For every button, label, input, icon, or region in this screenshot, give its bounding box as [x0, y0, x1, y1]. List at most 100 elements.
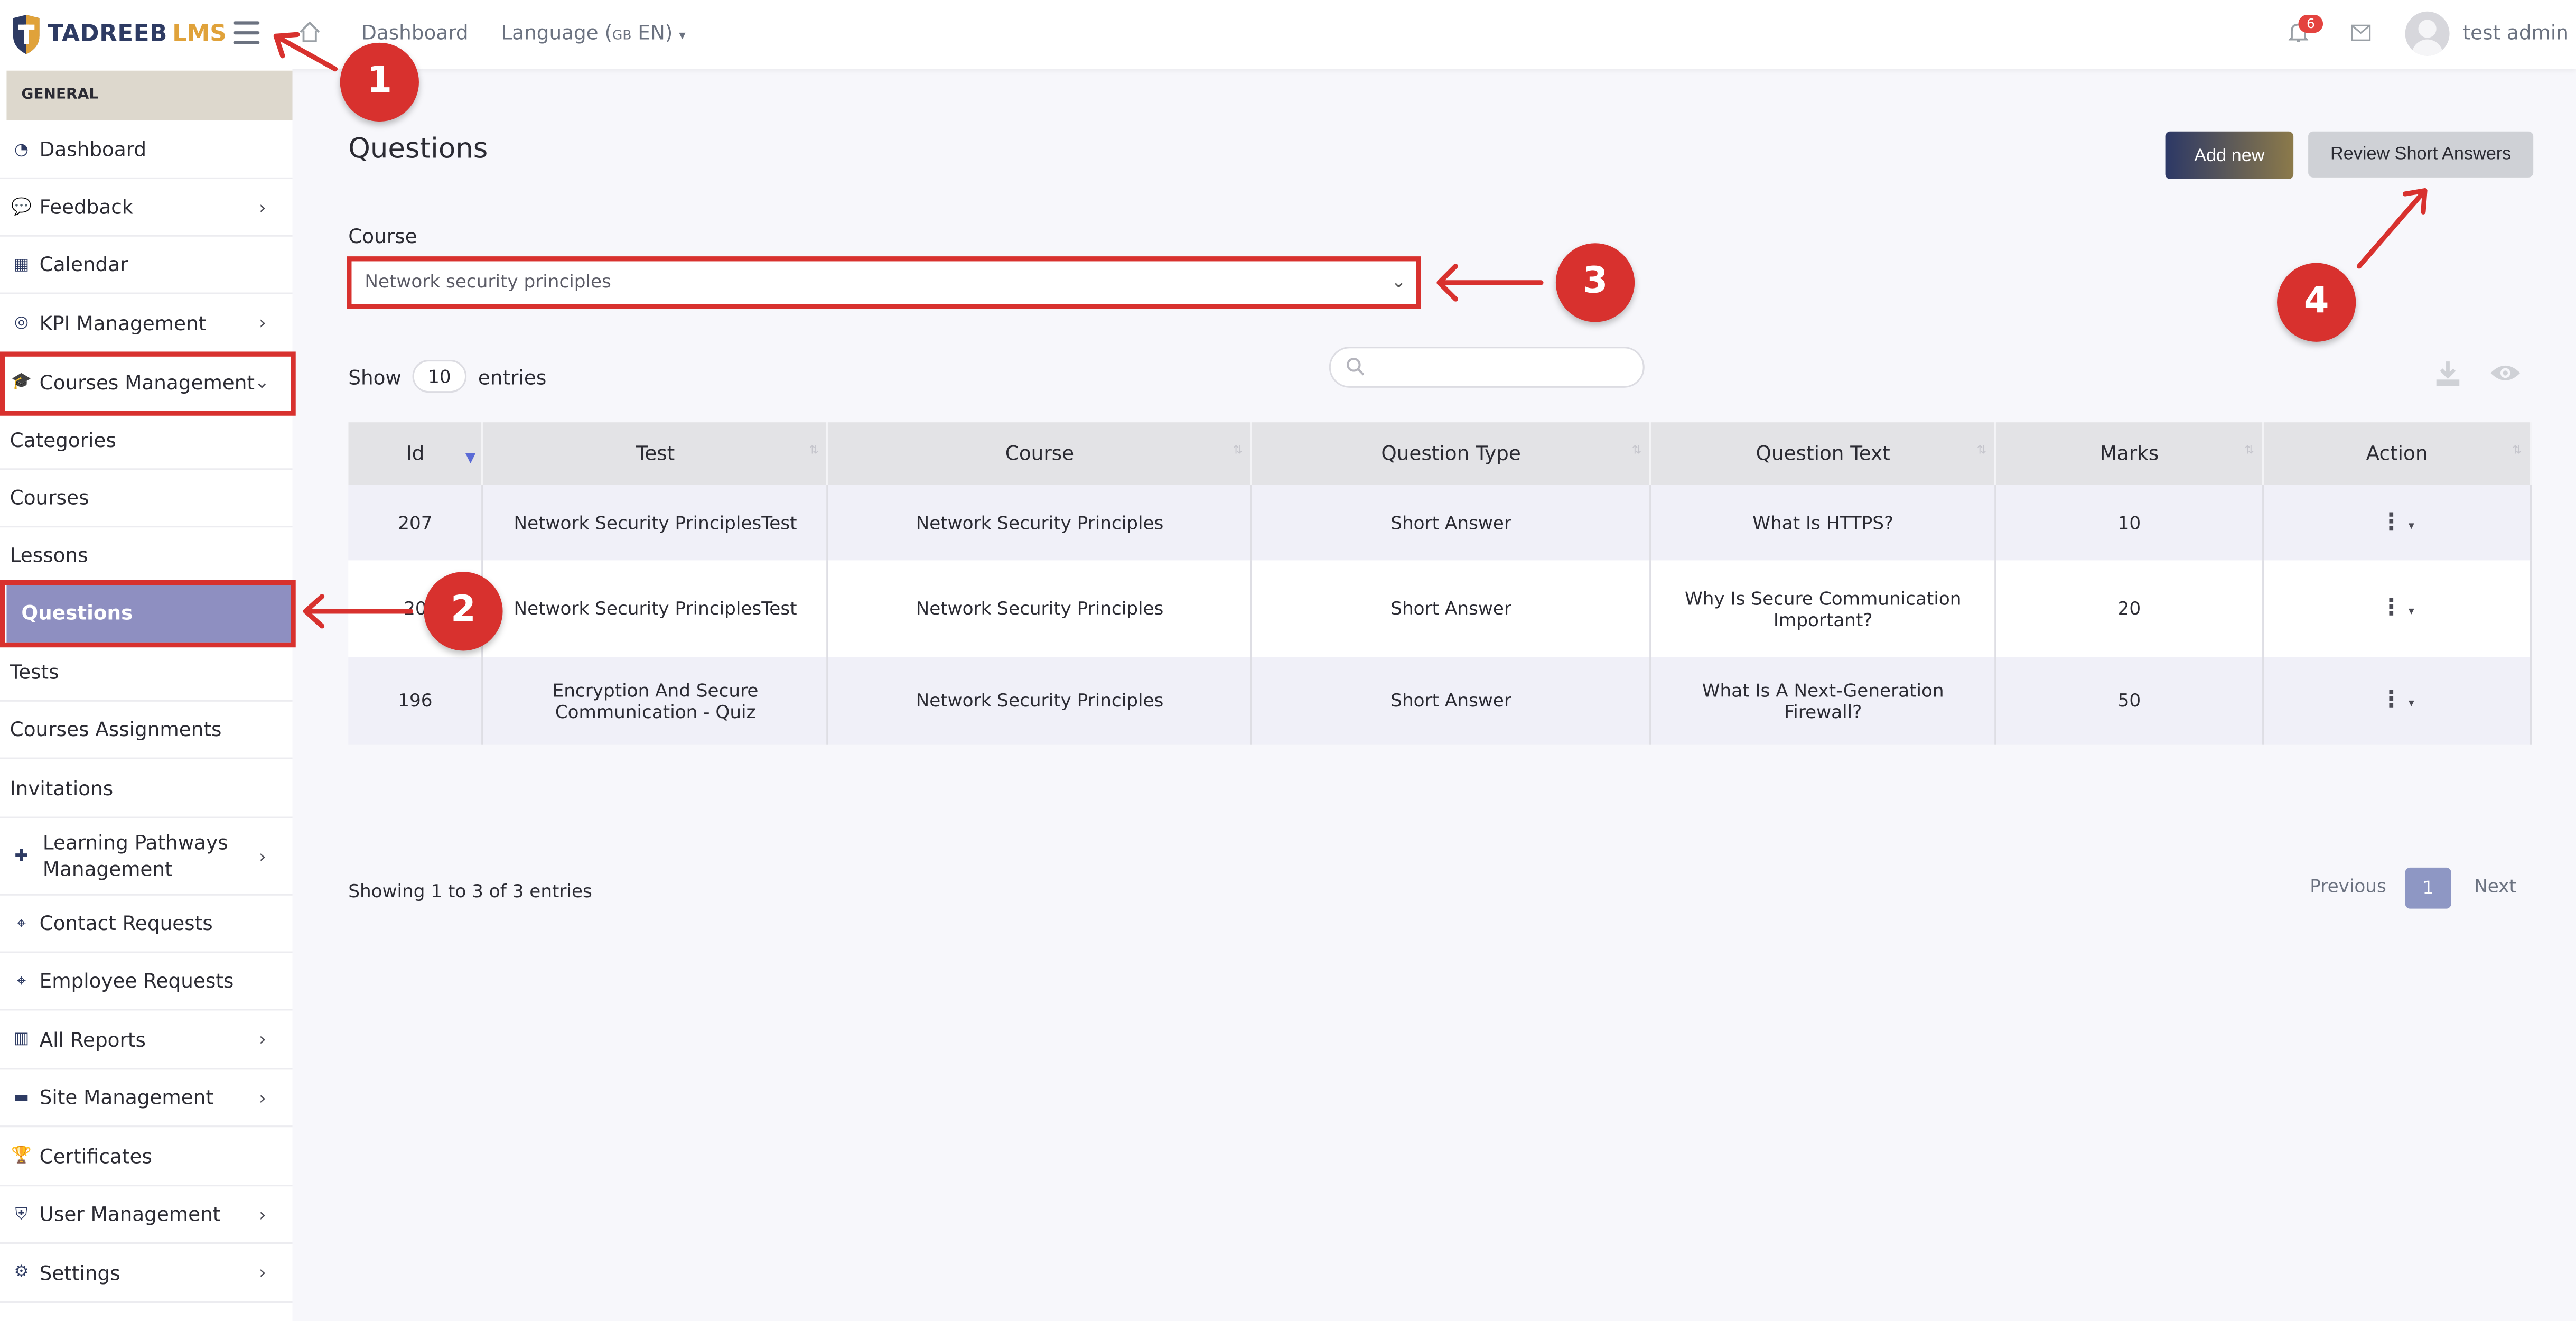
search-icon — [1347, 358, 1365, 376]
sort-icon: ⇅ — [2512, 443, 2522, 457]
table-row[interactable]: 20 Network Security PrinciplesTest Netwo… — [348, 560, 2532, 657]
caret-down-icon[interactable]: ▾ — [2409, 604, 2414, 618]
cell-course: Network Security Principles — [827, 560, 1253, 657]
folder-icon: ▬ — [13, 1089, 30, 1107]
brand-logo[interactable]: TADREEB LMS — [10, 13, 227, 56]
sidebar-item-contact-requests[interactable]: ⌖ Contact Requests — [0, 896, 293, 953]
brand-name-part2: LMS — [172, 21, 227, 48]
download-icon[interactable] — [2433, 358, 2462, 388]
pagination-page-1[interactable]: 1 — [2405, 867, 2451, 909]
cell-test: Network Security PrinciplesTest — [483, 485, 829, 561]
sidebar-item-label: Courses Management — [39, 370, 255, 394]
column-header-course[interactable]: Course ⇅ — [827, 422, 1253, 485]
chevron-right-icon: › — [259, 845, 266, 867]
sort-icon: ⇅ — [809, 443, 819, 457]
course-filter-label: Course — [348, 225, 417, 248]
chevron-down-icon: ⌄ — [1391, 271, 1406, 293]
annotation-callout-2: 2 — [424, 572, 503, 651]
username[interactable]: test admin — [2462, 21, 2568, 44]
notification-badge: 6 — [2298, 14, 2323, 33]
pagination-previous[interactable]: Previous — [2310, 876, 2386, 897]
target-icon: ◎ — [14, 313, 29, 332]
table-info: Showing 1 to 3 of 3 entries — [348, 880, 592, 903]
dashboard-link[interactable]: Dashboard — [361, 21, 468, 44]
sidebar-item-label: Site Management — [39, 1086, 213, 1110]
cell-action: ⋮ ▾ — [2263, 657, 2532, 745]
sidebar-item-site-management[interactable]: ▬ Site Management › — [0, 1069, 293, 1128]
course-select-value: Network security principles — [365, 271, 611, 293]
sidebar-item-label: Courses Assignments — [10, 718, 222, 741]
entries-length-select[interactable]: 10 — [412, 360, 467, 393]
language-code: EN) — [631, 21, 673, 44]
sidebar-item-all-reports[interactable]: ▥ All Reports › — [0, 1010, 293, 1070]
course-select[interactable]: Network security principles ⌄ — [347, 256, 1421, 309]
sidebar-item-calendar[interactable]: ▦ Calendar — [0, 237, 293, 294]
sidebar-item-kpi-management[interactable]: ◎ KPI Management › — [0, 294, 293, 353]
sidebar-item-settings[interactable]: ⚙ Settings › — [0, 1244, 293, 1303]
add-new-button[interactable]: Add new — [2165, 131, 2294, 179]
avatar[interactable] — [2405, 11, 2450, 56]
sidebar-item-courses-management[interactable]: 🎓 Courses Management ⌄ — [0, 353, 293, 413]
page-title: Questions — [348, 133, 488, 166]
caret-down-icon[interactable]: ▾ — [2409, 518, 2414, 532]
column-header-question-text[interactable]: Question Text ⇅ — [1650, 422, 1996, 485]
entries-label: entries — [478, 366, 547, 389]
chevron-right-icon: › — [259, 1262, 266, 1283]
cell-course: Network Security Principles — [827, 485, 1253, 561]
sidebar-item-label: Employee Requests — [39, 969, 234, 993]
pagination-next[interactable]: Next — [2474, 876, 2516, 897]
sort-icon: ⇅ — [1631, 443, 1642, 457]
sidebar-item-lessons[interactable]: Lessons — [0, 527, 293, 583]
sidebar-item-label: Dashboard — [39, 138, 147, 161]
caret-down-icon[interactable]: ▾ — [2409, 697, 2414, 710]
sidebar-item-employee-requests[interactable]: ⌖ Employee Requests — [0, 953, 293, 1011]
sidebar-item-tests[interactable]: Tests — [0, 644, 293, 702]
sidebar-item-label: Categories — [10, 429, 116, 452]
sidebar-item-label: Contact Requests — [39, 911, 213, 935]
table-search-input[interactable] — [1329, 347, 1645, 388]
language-label: Language ( — [501, 21, 613, 44]
annotation-callout-1: 1 — [340, 42, 419, 122]
language-dropdown[interactable]: Language (GB EN) ▾ — [501, 21, 685, 44]
sidebar-item-dashboard[interactable]: ◔ Dashboard — [0, 122, 293, 179]
chevron-right-icon: › — [259, 1087, 266, 1109]
sidebar-section-header: GENERAL — [6, 70, 293, 120]
column-header-marks[interactable]: Marks ⇅ — [1995, 422, 2264, 485]
chevron-right-icon: › — [259, 196, 266, 218]
sidebar-item-learning-pathways-management[interactable]: ✚ Learning Pathways Management › — [0, 818, 293, 896]
sidebar-item-feedback[interactable]: 💬 Feedback › — [0, 179, 293, 237]
home-icon[interactable] — [297, 20, 322, 44]
kebab-menu-icon[interactable]: ⋮ — [2379, 689, 2403, 712]
page: TADREEB LMS Dashboard Language (GB EN) ▾ … — [0, 0, 2576, 1321]
table-row[interactable]: 196 Encryption And Secure Communication … — [348, 657, 2532, 745]
eye-icon[interactable] — [2489, 363, 2522, 383]
review-short-answers-button[interactable]: Review Short Answers — [2308, 131, 2534, 178]
sidebar-item-categories[interactable]: Categories — [0, 413, 293, 470]
sidebar-item-courses[interactable]: Courses — [0, 470, 293, 528]
kebab-menu-icon[interactable]: ⋮ — [2379, 510, 2403, 534]
mail-icon[interactable] — [2350, 24, 2371, 41]
cell-id: 196 — [348, 657, 484, 745]
sidebar-item-questions[interactable]: Questions — [6, 583, 293, 645]
column-header-id[interactable]: Id ▼ — [348, 422, 484, 485]
chart-icon: ▥ — [13, 1030, 30, 1048]
sidebar-item-certificates[interactable]: 🏆 Certificates — [0, 1127, 293, 1187]
column-header-action[interactable]: Action ⇅ — [2263, 422, 2532, 485]
hamburger-menu-icon[interactable] — [233, 21, 260, 44]
gauge-icon: ◔ — [14, 140, 29, 159]
table-row[interactable]: 207 Network Security PrinciplesTest Netw… — [348, 485, 2532, 561]
column-header-question-type[interactable]: Question Type ⇅ — [1251, 422, 1651, 485]
sidebar-item-label: Courses — [10, 486, 89, 510]
sidebar-item-user-management[interactable]: ⛨ User Management › — [0, 1186, 293, 1244]
annotation-callout-3: 3 — [1555, 243, 1635, 322]
cell-test: Encryption And Secure Communication - Qu… — [483, 657, 829, 745]
cell-question-text: What Is A Next-Generation Firewall? — [1650, 657, 1996, 745]
cell-id: 207 — [348, 485, 484, 561]
kebab-menu-icon[interactable]: ⋮ — [2379, 597, 2403, 620]
column-header-test[interactable]: Test ⇅ — [483, 422, 829, 485]
sidebar-item-invitations[interactable]: Invitations — [0, 759, 293, 818]
shield-logo-icon — [13, 14, 40, 54]
sort-desc-icon: ▼ — [465, 450, 476, 466]
sidebar-item-courses-assignments[interactable]: Courses Assignments — [0, 702, 293, 759]
sidebar-item-label: Lessons — [10, 543, 88, 566]
